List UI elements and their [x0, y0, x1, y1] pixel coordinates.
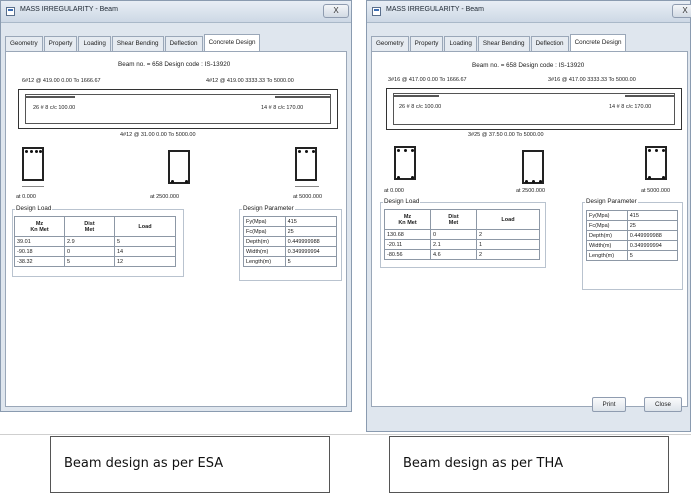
- table-row: Width(m) 0.349999994: [243, 246, 338, 257]
- table-row: -38.32 5 12: [14, 256, 176, 267]
- beam-header: Beam no. = 658 Design code : IS-13920: [118, 61, 231, 68]
- table-row: Fc(Mpa) 25: [586, 220, 679, 231]
- top-bar-end-label: 3#16 @ 417.00 3333.33 To 5000.00: [548, 77, 636, 83]
- window-title: MASS IRREGULARITY - Beam: [386, 6, 484, 13]
- caption-esa: Beam design as per ESA: [50, 436, 330, 493]
- tab-strip: Geometry Property Loading Shear Bending …: [5, 34, 261, 51]
- table-row: -80.56 4.6 2: [384, 249, 540, 260]
- design-load-title: Design Load: [15, 205, 53, 212]
- section-start: [394, 146, 416, 180]
- beam-elevation: 26 # 8 c/c 100.00 14 # 8 c/c 170.00: [386, 88, 682, 130]
- top-bar-end-label: 4#12 @ 419.00 3333.33 To 5000.00: [206, 78, 294, 84]
- section-start-label: at 0.000: [16, 194, 36, 200]
- top-rebar-end: [275, 96, 331, 98]
- table-row: Fy(Mpa) 415: [243, 216, 338, 227]
- app-icon: [6, 7, 15, 16]
- design-parameter-title: Design Parameter: [242, 205, 295, 212]
- beam-elevation: 26 # 8 c/c 100.00 14 # 8 c/c 170.00: [18, 89, 338, 129]
- design-parameter-table: Fy(Mpa) 415 Fc(Mpa) 25 Depth(m) 0.449999988…: [243, 216, 338, 267]
- close-window-button[interactable]: X: [323, 4, 349, 18]
- tab-concrete-design[interactable]: Concrete Design: [569, 34, 627, 51]
- top-bar-start-label: 3#16 @ 417.00 0.00 To 1666.67: [388, 77, 467, 83]
- print-button[interactable]: Print: [592, 397, 626, 412]
- tab-loading[interactable]: Loading: [78, 36, 111, 51]
- app-icon: [372, 7, 381, 16]
- window-title: MASS IRREGULARITY - Beam: [20, 6, 118, 13]
- stirrup-start-label: 26 # 8 c/c 100.00: [399, 104, 442, 110]
- tab-shear-bending[interactable]: Shear Bending: [111, 36, 164, 51]
- tab-deflection[interactable]: Deflection: [530, 36, 569, 51]
- divider: [0, 434, 691, 435]
- col-mz: Mz Kn Met: [14, 216, 65, 237]
- close-window-button[interactable]: X: [672, 4, 691, 18]
- col-dist: Dist Met: [430, 209, 477, 230]
- title-bar[interactable]: MASS IRREGULARITY - Beam X: [367, 1, 691, 23]
- table-row: Depth(m) 0.449999988: [243, 236, 338, 247]
- tab-property[interactable]: Property: [409, 36, 444, 51]
- section-start-label: at 0.000: [384, 188, 404, 194]
- beam-design-window-tha: MASS IRREGULARITY - Beam X Geometry Prop…: [366, 0, 691, 432]
- top-rebar-end: [625, 95, 675, 97]
- design-load-title: Design Load: [383, 198, 421, 205]
- design-load-table: Mz Kn Met Dist Met Load 130.68 0 2 -20.1…: [384, 209, 540, 260]
- close-button[interactable]: Close: [644, 397, 682, 412]
- table-row: Fy(Mpa) 415: [586, 210, 679, 221]
- stirrup-start-label: 26 # 8 c/c 100.00: [33, 105, 76, 111]
- concrete-design-panel: Beam no. = 658 Design code : IS-13920 3#…: [371, 51, 688, 412]
- col-dist: Dist Met: [64, 216, 115, 237]
- top-rebar-start: [393, 95, 439, 97]
- tab-geometry[interactable]: Geometry: [371, 36, 409, 51]
- stirrup-end-label: 14 # 8 c/c 170.00: [261, 105, 304, 111]
- section-mid-label: at 2500.000: [516, 188, 546, 194]
- section-mid: [522, 150, 544, 184]
- col-load: Load: [476, 209, 540, 230]
- top-rebar-start: [25, 96, 75, 98]
- tab-shear-bending[interactable]: Shear Bending: [477, 36, 530, 51]
- section-start: [22, 147, 44, 181]
- table-row: -90.18 0 14: [14, 246, 176, 257]
- top-bar-start-label: 6#12 @ 419.00 0.00 To 1666.67: [22, 78, 101, 84]
- design-parameter-title: Design Parameter: [585, 198, 638, 205]
- table-row: Depth(m) 0.449999988: [586, 230, 679, 241]
- table-row: -20.11 2.1 1: [384, 239, 540, 250]
- section-end: [295, 147, 317, 181]
- table-row: Length(m) 5: [586, 250, 679, 261]
- table-row: Length(m) 5: [243, 256, 338, 267]
- col-mz: Mz Kn Met: [384, 209, 431, 230]
- table-row: Width(m) 0.349999994: [586, 240, 679, 251]
- tab-deflection[interactable]: Deflection: [164, 36, 203, 51]
- stirrup-end-label: 14 # 8 c/c 170.00: [609, 104, 652, 110]
- tab-concrete-design[interactable]: Concrete Design: [203, 34, 261, 51]
- beam-header: Beam no. = 658 Design code : IS-13920: [472, 62, 585, 69]
- title-bar[interactable]: MASS IRREGULARITY - Beam X: [1, 1, 351, 23]
- section-mid-label: at 2500.000: [150, 194, 180, 200]
- section-end: [645, 146, 667, 180]
- bottom-bar-label: 4#12 @ 31.00 0.00 To 5000.00: [120, 132, 196, 138]
- caption-tha: Beam design as per THA: [389, 436, 669, 493]
- tab-property[interactable]: Property: [43, 36, 78, 51]
- table-row: 39.01 2.9 5: [14, 236, 176, 247]
- design-load-table: Mz Kn Met Dist Met Load 39.01 2.9 5 -90.…: [14, 216, 176, 267]
- caption-tha-text: Beam design as per THA: [403, 456, 564, 471]
- tab-loading[interactable]: Loading: [444, 36, 477, 51]
- tab-strip: Geometry Property Loading Shear Bending …: [371, 34, 627, 51]
- caption-esa-text: Beam design as per ESA: [64, 456, 224, 471]
- table-row: Fc(Mpa) 25: [243, 226, 338, 237]
- table-row: 130.68 0 2: [384, 229, 540, 240]
- beam-design-window-esa: MASS IRREGULARITY - Beam X Geometry Prop…: [0, 0, 352, 412]
- bottom-bar-label: 3#25 @ 37.50 0.00 To 5000.00: [468, 132, 544, 138]
- col-load: Load: [114, 216, 176, 237]
- design-parameter-table: Fy(Mpa) 415 Fc(Mpa) 25 Depth(m) 0.449999988…: [586, 210, 679, 261]
- concrete-design-panel: Beam no. = 658 Design code : IS-13920 6#…: [5, 51, 347, 407]
- section-mid: [168, 150, 190, 184]
- tab-geometry[interactable]: Geometry: [5, 36, 43, 51]
- section-end-label: at 5000.000: [293, 194, 323, 200]
- section-end-label: at 5000.000: [641, 188, 671, 194]
